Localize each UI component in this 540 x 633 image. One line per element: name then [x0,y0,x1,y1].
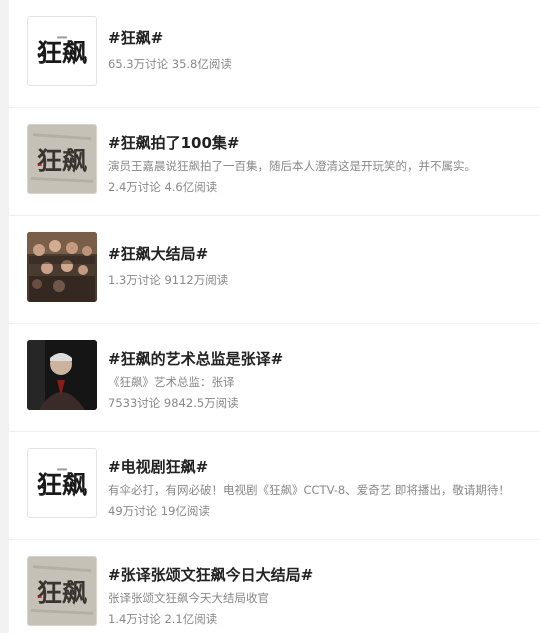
logo-text: 狂飙 [37,38,88,68]
calligraphy-logo-icon: 狂飙 [28,557,96,625]
topic-stats: 49万讨论 19亿阅读 [108,504,210,518]
topic-thumbnail[interactable]: 狂飙 [27,124,97,194]
calligraphy-logo-icon: 狂飙 [28,125,96,193]
topic-description: 演员王嘉晨说狂飙拍了一百集，随后本人澄清这是开玩笑的，并不属实。 [108,159,476,173]
topic-title[interactable]: #狂飙# [108,28,536,48]
portrait-photo-image [27,340,97,410]
logo-text: 狂飙 [37,578,88,608]
topic-stats: 7533讨论 9842.5万阅读 [108,396,239,410]
topic-title[interactable]: #狂飙的艺术总监是张译# [108,349,536,369]
topic-item[interactable]: 狂飙 #狂飙拍了100集# 演员王嘉晨说狂飙拍了一百集，随后本人澄清这是开玩笑的… [9,108,540,216]
calligraphy-logo-icon: 狂飙 [37,36,88,68]
topic-text: #张译张颂文狂飙今日大结局# 张译张颂文狂飙今天大结局收官 1.4万讨论 2.1… [108,565,536,627]
topic-stats: 1.4万讨论 2.1亿阅读 [108,612,218,626]
topic-title[interactable]: #张译张颂文狂飙今日大结局# [108,565,536,585]
topic-thumbnail[interactable]: 狂飙 [27,448,97,518]
topic-text: #狂飙大结局# 1.3万讨论 9112万阅读 [108,244,536,288]
topic-thumbnail[interactable]: 狂飙 [27,16,97,86]
topic-title[interactable]: #电视剧狂飙# [108,457,536,477]
topic-item[interactable]: 狂飙 #电视剧狂飙# 有伞必打，有网必破！电视剧《狂飙》CCTV-8、爱奇艺 即… [9,432,540,540]
topic-text: #狂飙拍了100集# 演员王嘉晨说狂飙拍了一百集，随后本人澄清这是开玩笑的，并不… [108,133,536,195]
topic-item[interactable]: 狂飙 #张译张颂文狂飙今日大结局# 张译张颂文狂飙今天大结局收官 1.4万讨论 … [9,540,540,633]
logo-text: 狂飙 [37,470,88,500]
topic-stats: 65.3万讨论 35.8亿阅读 [108,57,232,71]
topic-thumbnail[interactable]: 狂飙 [27,556,97,626]
topic-description: 有伞必打，有网必破！电视剧《狂飙》CCTV-8、爱奇艺 即将播出，敬请期待！ [108,483,510,497]
topic-thumbnail[interactable] [27,340,97,410]
left-gutter [0,0,9,633]
topic-description: 张译张颂文狂飙今天大结局收官 [108,591,269,605]
cast-poster-image [27,232,97,302]
topic-list: 狂飙 #狂飙# 65.3万讨论 35.8亿阅读 狂飙 #狂飙拍了100集# 演员… [9,0,540,633]
topic-title[interactable]: #狂飙大结局# [108,244,536,264]
calligraphy-logo-icon: 狂飙 [37,468,88,500]
topic-stats: 2.4万讨论 4.6亿阅读 [108,180,218,194]
topic-item[interactable]: #狂飙的艺术总监是张译# 《狂飙》艺术总监：张译 7533讨论 9842.5万阅… [9,324,540,432]
topic-title[interactable]: #狂飙拍了100集# [108,133,536,153]
topic-item[interactable]: #狂飙大结局# 1.3万讨论 9112万阅读 [9,216,540,324]
logo-text: 狂飙 [37,146,88,176]
topic-thumbnail[interactable] [27,232,97,302]
topic-item[interactable]: 狂飙 #狂飙# 65.3万讨论 35.8亿阅读 [9,0,540,108]
topic-description: 《狂飙》艺术总监：张译 [108,375,235,389]
topic-text: #电视剧狂飙# 有伞必打，有网必破！电视剧《狂飙》CCTV-8、爱奇艺 即将播出… [108,457,536,519]
topic-text: #狂飙# 65.3万讨论 35.8亿阅读 [108,28,536,72]
topic-text: #狂飙的艺术总监是张译# 《狂飙》艺术总监：张译 7533讨论 9842.5万阅… [108,349,536,411]
topic-stats: 1.3万讨论 9112万阅读 [108,273,229,287]
